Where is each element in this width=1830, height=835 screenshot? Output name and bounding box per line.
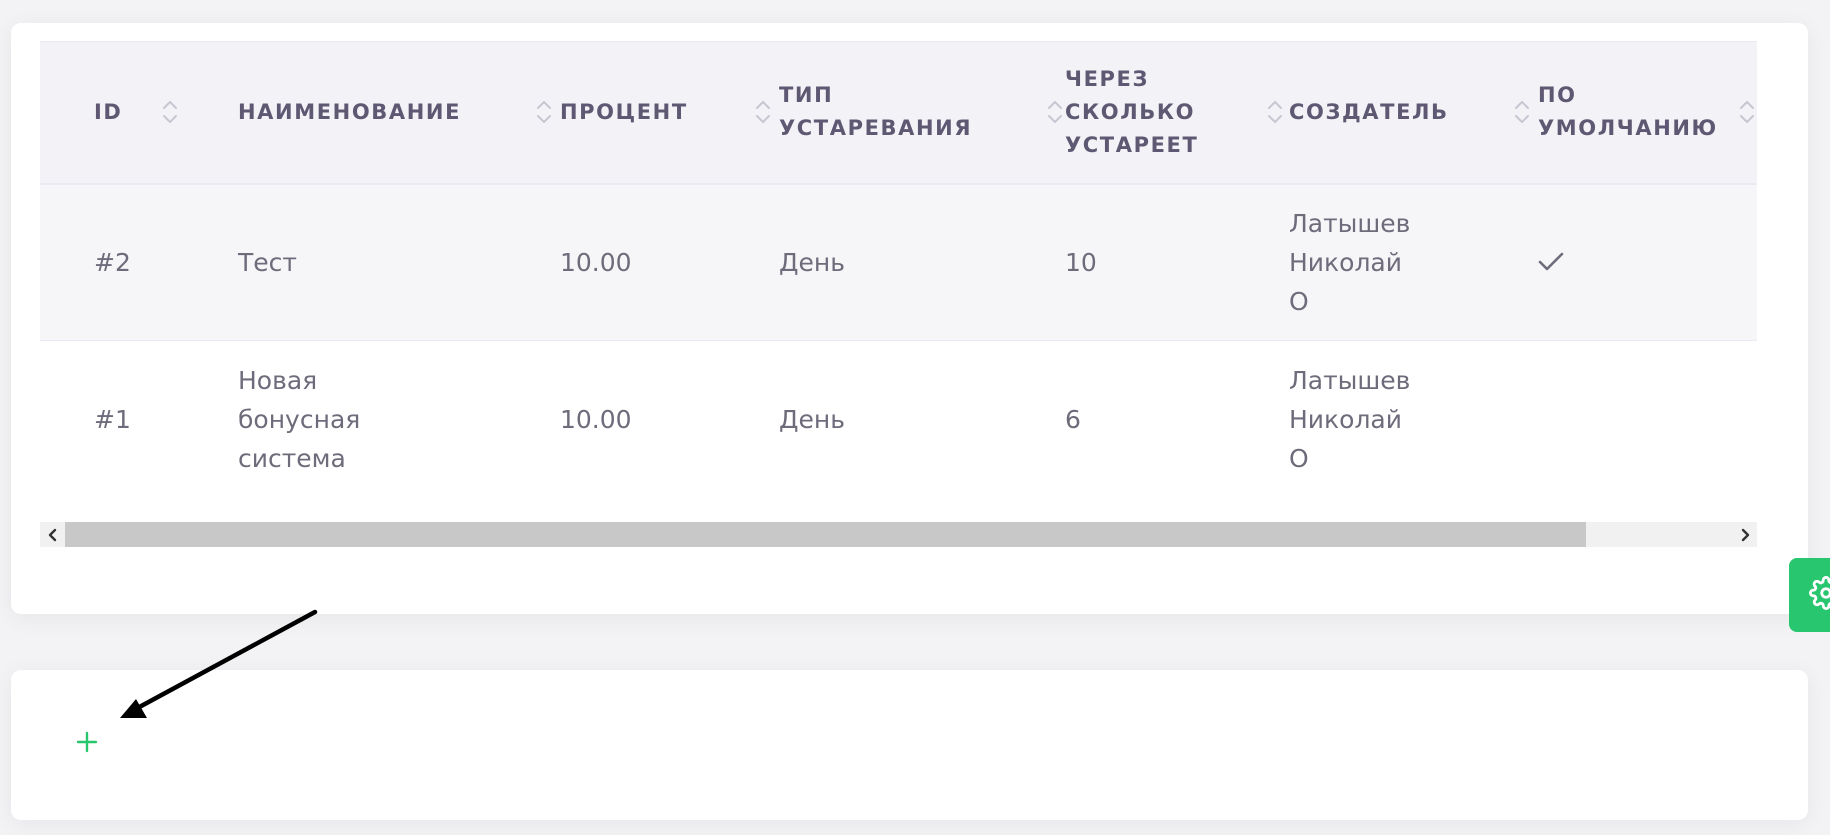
sort-updown-icon[interactable] [1265, 97, 1285, 127]
cell-expiry-type: День [779, 340, 1065, 498]
cell-creator: Латышев Николай О [1289, 340, 1538, 498]
column-header-label: ТИП УСТАРЕВАНИЯ [779, 83, 973, 141]
check-icon [1538, 251, 1757, 273]
table-header-row: ID НАИМЕНОВАНИЕ ПРОЦЕНТ ТИП УСТАРЕВАНИЯ … [40, 41, 1757, 185]
column-header-creator[interactable]: СОЗДАТЕЛЬ [1289, 41, 1538, 185]
cell-name: Тест [238, 247, 297, 277]
sort-updown-icon[interactable] [1045, 97, 1065, 127]
sort-updown-icon[interactable] [534, 97, 554, 127]
column-header-label: ПРОЦЕНТ [560, 99, 688, 124]
annotation-arrow [120, 609, 318, 718]
cell-expiry-type: День [779, 247, 845, 277]
cell-percent: 10.00 [560, 340, 779, 498]
column-header-label: ЧЕРЕЗ СКОЛЬКО УСТАРЕЕТ [1065, 66, 1199, 157]
column-header-label: ПО УМОЛЧАНИЮ [1538, 83, 1718, 141]
sort-updown-icon[interactable] [753, 97, 773, 127]
column-header-default[interactable]: ПО УМОЛЧАНИЮ [1538, 41, 1757, 185]
horizontal-scrollbar[interactable] [40, 522, 1757, 547]
cell-expires-in: 10 [1065, 247, 1097, 277]
cell-creator: Латышев Николай О [1289, 208, 1411, 316]
column-header-name[interactable]: НАИМЕНОВАНИЕ [238, 41, 560, 185]
sort-updown-icon[interactable] [1512, 97, 1532, 127]
table-row[interactable]: #2 Тест 10.00 День 10 Латышев Николай О [40, 183, 1757, 341]
gear-icon [1809, 576, 1830, 614]
column-header-expires-in[interactable]: ЧЕРЕЗ СКОЛЬКО УСТАРЕЕТ [1065, 41, 1289, 185]
table-row[interactable]: #1 Новая бонусная система 10.00 День 6 Л… [40, 340, 1757, 498]
sort-updown-icon[interactable] [1737, 97, 1757, 127]
bonus-systems-table-container: ID НАИМЕНОВАНИЕ ПРОЦЕНТ ТИП УСТАРЕВАНИЯ … [40, 41, 1757, 527]
cell-default [1538, 340, 1757, 498]
scrollbar-thumb[interactable] [65, 522, 1586, 547]
add-button[interactable] [70, 727, 104, 761]
column-header-percent[interactable]: ПРОЦЕНТ [560, 41, 779, 185]
column-header-label: СОЗДАТЕЛЬ [1289, 99, 1449, 124]
sort-updown-icon[interactable] [160, 97, 180, 127]
chevron-left-icon[interactable] [40, 522, 65, 547]
cell-id: #2 [94, 247, 131, 277]
cell-percent: 10.00 [560, 247, 632, 277]
cell-name: Новая бонусная система [238, 340, 560, 498]
settings-button[interactable] [1789, 558, 1830, 632]
chevron-right-icon[interactable] [1732, 522, 1757, 547]
column-header-label: НАИМЕНОВАНИЕ [238, 99, 462, 124]
cell-expires-in: 6 [1065, 340, 1289, 498]
cell-id: #1 [40, 340, 238, 498]
column-header-expiry-type[interactable]: ТИП УСТАРЕВАНИЯ [779, 41, 1065, 185]
column-header-id[interactable]: ID [40, 41, 238, 185]
bonus-systems-table: ID НАИМЕНОВАНИЕ ПРОЦЕНТ ТИП УСТАРЕВАНИЯ … [40, 41, 1757, 498]
plus-icon [76, 731, 98, 757]
column-header-label: ID [94, 99, 123, 124]
cell-default [1538, 184, 1757, 341]
